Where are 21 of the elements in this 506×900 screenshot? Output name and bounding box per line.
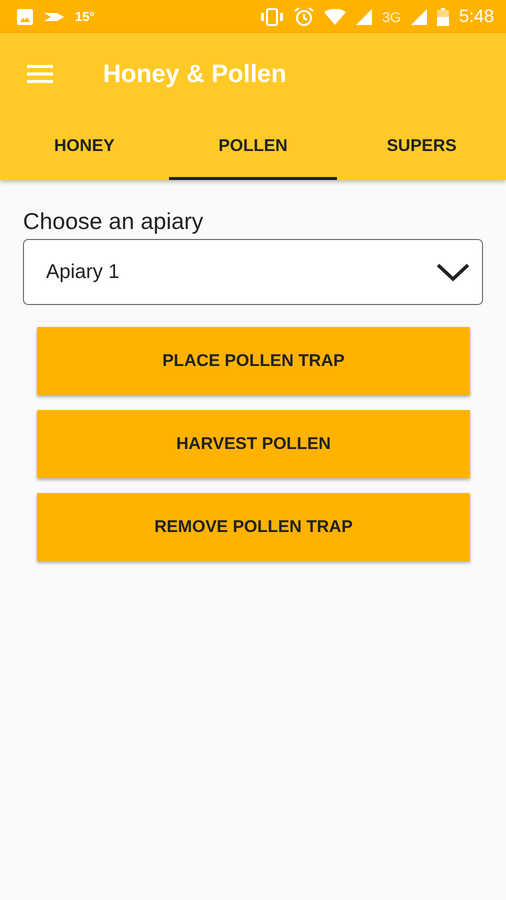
field-label: Choose an apiary (23, 208, 204, 235)
tab[interactable]: HONEY (0, 115, 169, 180)
action-button[interactable]: REMOVE POLLEN TRAP (37, 493, 470, 561)
wifi-icon (324, 8, 346, 24)
tab[interactable]: POLLEN (168, 115, 338, 180)
image-icon (17, 8, 33, 24)
apiary-dropdown[interactable]: Apiary 1 (23, 239, 483, 305)
action-button[interactable]: HARVEST POLLEN (37, 410, 470, 478)
time-text: 5:48 (458, 6, 494, 27)
battery-icon (436, 8, 449, 26)
signal-icon (356, 8, 372, 24)
menu-icon[interactable] (27, 65, 53, 83)
vibrate-icon (260, 8, 284, 26)
temperature-text: 15° (75, 9, 95, 24)
signal-icon (410, 8, 427, 24)
chevron-down-icon (436, 262, 470, 282)
tab[interactable]: SUPERS (337, 115, 506, 180)
app-title: Honey & Pollen (103, 60, 286, 88)
alarm-icon (294, 6, 314, 26)
network-text: 3G (382, 8, 401, 24)
action-button[interactable]: PLACE POLLEN TRAP (37, 327, 470, 395)
